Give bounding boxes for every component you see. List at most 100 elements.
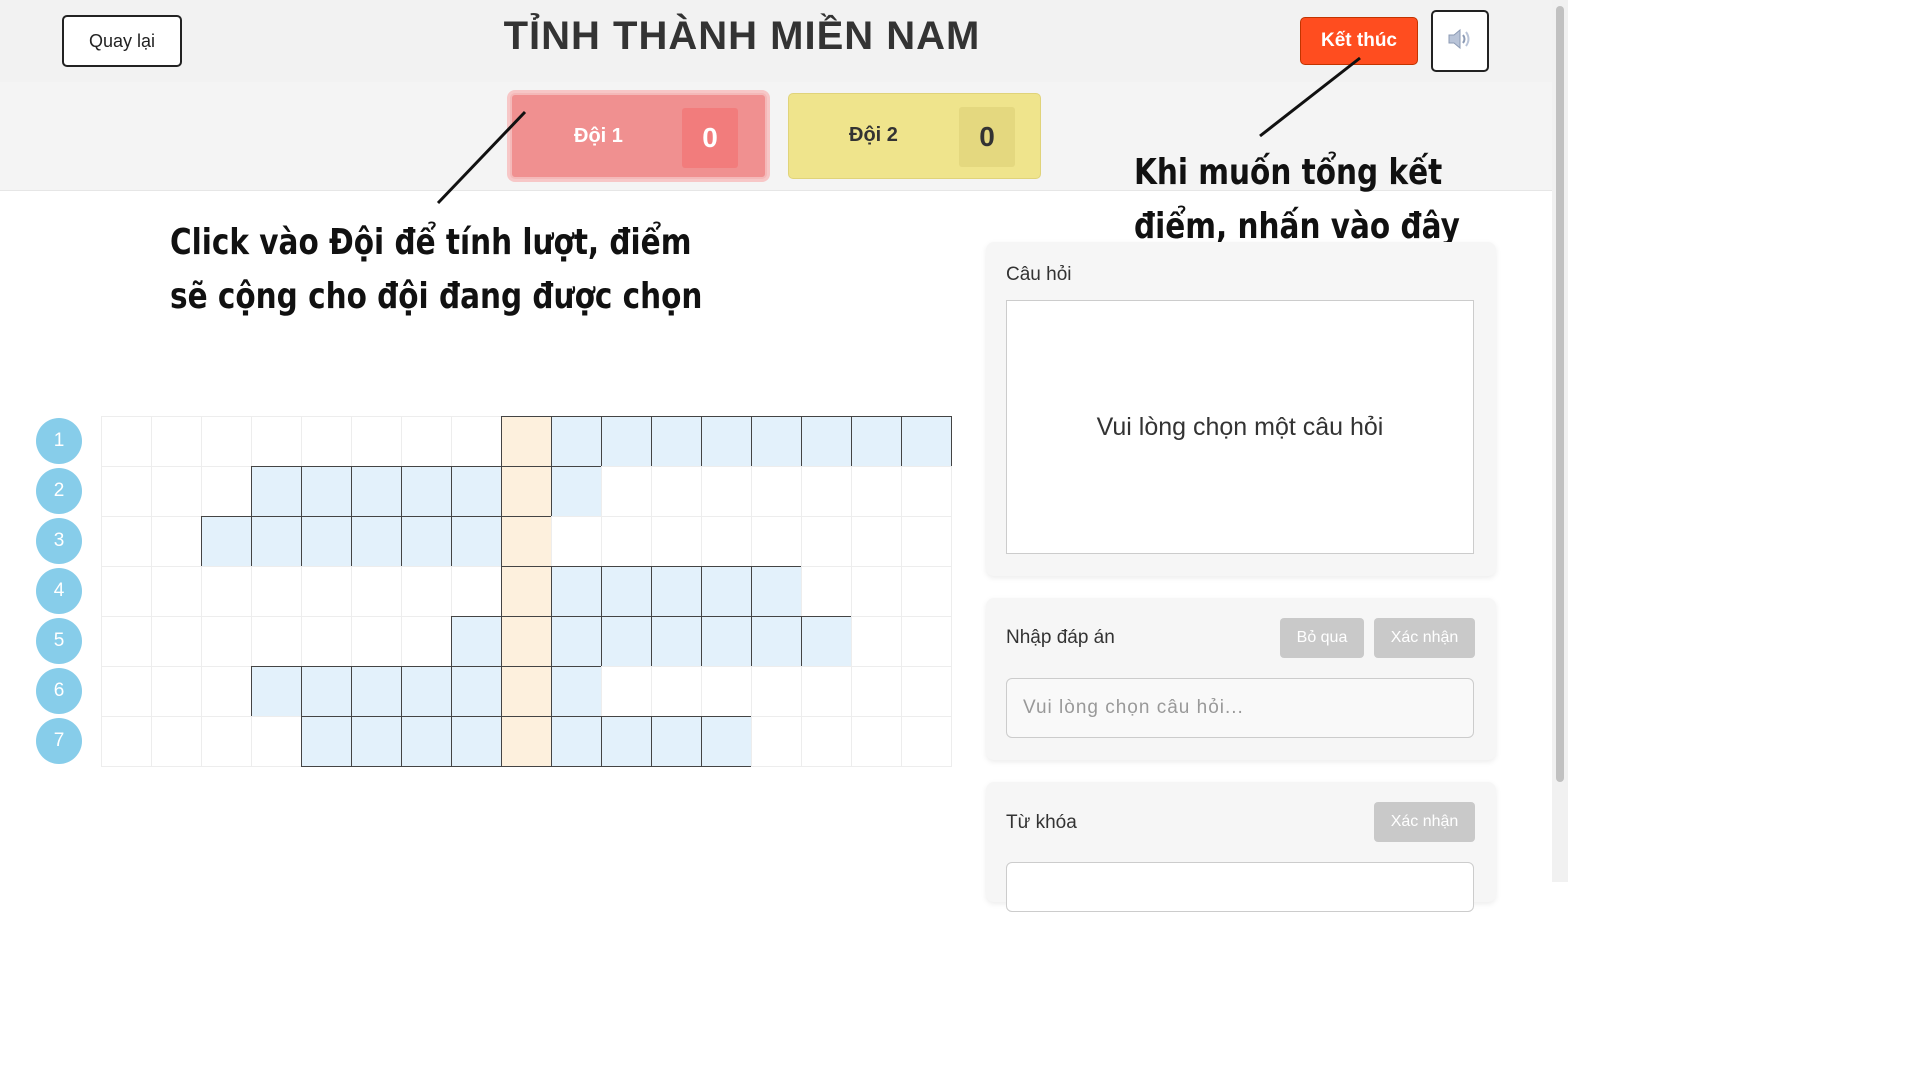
answer-cell[interactable]	[351, 466, 402, 517]
skip-button[interactable]: Bỏ qua	[1280, 618, 1364, 658]
answer-cell[interactable]	[751, 616, 802, 667]
row-number-3[interactable]: 3	[36, 518, 82, 564]
keyword-cell[interactable]	[501, 516, 552, 567]
empty-cell	[101, 516, 152, 567]
keyword-cell[interactable]	[501, 466, 552, 517]
empty-cell	[801, 466, 852, 517]
team-annotation-line	[436, 110, 527, 205]
empty-cell	[151, 716, 202, 767]
keyword-panel: Từ khóa Xác nhận	[986, 782, 1496, 912]
answer-cell[interactable]	[651, 416, 702, 467]
answer-cell[interactable]	[451, 466, 502, 517]
page-scrollbar[interactable]	[1552, 0, 1568, 882]
answer-cell[interactable]	[401, 466, 452, 517]
empty-cell	[201, 416, 252, 467]
answer-cell[interactable]	[351, 516, 402, 567]
empty-cell	[651, 666, 702, 717]
answer-confirm-button[interactable]: Xác nhận	[1374, 618, 1475, 658]
answer-cell[interactable]	[901, 416, 952, 467]
empty-cell	[351, 416, 402, 467]
keyword-cell[interactable]	[501, 716, 552, 767]
keyword-cell[interactable]	[501, 566, 552, 617]
empty-cell	[701, 466, 752, 517]
answer-cell[interactable]	[601, 616, 652, 667]
answer-cell[interactable]	[451, 616, 502, 667]
row-number-6[interactable]: 6	[36, 668, 82, 714]
answer-cell[interactable]	[551, 666, 602, 717]
answer-cell[interactable]	[351, 666, 402, 717]
answer-cell[interactable]	[301, 466, 352, 517]
answer-cell[interactable]	[551, 616, 602, 667]
answer-cell[interactable]	[651, 716, 702, 767]
team-annotation: Click vào Đội để tính lượt, điểm sẽ cộng…	[170, 216, 702, 324]
question-label: Câu hỏi	[1006, 264, 1072, 285]
empty-cell	[201, 566, 252, 617]
answer-cell[interactable]	[851, 416, 902, 467]
answer-cell[interactable]	[651, 616, 702, 667]
empty-cell	[251, 566, 302, 617]
empty-cell	[851, 566, 902, 617]
answer-cell[interactable]	[701, 616, 752, 667]
empty-cell	[751, 666, 802, 717]
answer-cell[interactable]	[751, 416, 802, 467]
keyword-cell[interactable]	[501, 616, 552, 667]
answer-cell[interactable]	[251, 516, 302, 567]
empty-cell	[751, 466, 802, 517]
answer-cell[interactable]	[251, 466, 302, 517]
team-annotation-line2: sẽ cộng cho đội đang được chọn	[170, 276, 703, 317]
answer-cell[interactable]	[451, 666, 502, 717]
empty-cell	[601, 516, 652, 567]
empty-cell	[701, 666, 752, 717]
keyword-label: Từ khóa	[1006, 812, 1077, 833]
answer-cell[interactable]	[451, 516, 502, 567]
answer-cell[interactable]	[201, 516, 252, 567]
keyword-cell[interactable]	[501, 666, 552, 717]
answer-cell[interactable]	[551, 416, 602, 467]
empty-cell	[651, 466, 702, 517]
empty-cell	[901, 466, 952, 517]
answer-cell[interactable]	[301, 666, 352, 717]
answer-cell[interactable]	[701, 566, 752, 617]
row-number-7[interactable]: 7	[36, 718, 82, 764]
answer-cell[interactable]	[401, 716, 452, 767]
answer-cell[interactable]	[601, 416, 652, 467]
empty-cell	[101, 616, 152, 667]
answer-cell[interactable]	[701, 716, 752, 767]
answer-cell[interactable]	[551, 466, 602, 517]
empty-cell	[251, 416, 302, 467]
answer-cell[interactable]	[601, 566, 652, 617]
answer-cell[interactable]	[401, 516, 452, 567]
answer-cell[interactable]	[751, 566, 802, 617]
scroll-thumb[interactable]	[1556, 6, 1564, 782]
answer-cell[interactable]	[301, 516, 352, 567]
keyword-input[interactable]	[1006, 862, 1474, 912]
answer-input[interactable]	[1006, 678, 1474, 738]
empty-cell	[101, 416, 152, 467]
row-number-5[interactable]: 5	[36, 618, 82, 664]
answer-cell[interactable]	[801, 416, 852, 467]
empty-cell	[201, 616, 252, 667]
question-panel: Câu hỏi Vui lòng chọn một câu hỏi	[986, 242, 1496, 576]
answer-cell[interactable]	[601, 716, 652, 767]
answer-cell[interactable]	[551, 716, 602, 767]
answer-cell[interactable]	[401, 666, 452, 717]
answer-cell[interactable]	[551, 566, 602, 617]
answer-cell[interactable]	[801, 616, 852, 667]
keyword-cell[interactable]	[501, 416, 552, 467]
empty-cell	[201, 716, 252, 767]
row-number-4[interactable]: 4	[36, 568, 82, 614]
answer-cell[interactable]	[351, 716, 402, 767]
empty-cell	[601, 666, 652, 717]
answer-cell[interactable]	[701, 416, 752, 467]
empty-cell	[601, 466, 652, 517]
empty-cell	[851, 616, 902, 667]
answer-cell[interactable]	[301, 716, 352, 767]
keyword-confirm-button[interactable]: Xác nhận	[1374, 802, 1475, 842]
row-number-2[interactable]: 2	[36, 468, 82, 514]
question-box: Vui lòng chọn một câu hỏi	[1006, 300, 1474, 554]
answer-cell[interactable]	[651, 566, 702, 617]
answer-cell[interactable]	[251, 666, 302, 717]
empty-cell	[151, 616, 202, 667]
row-number-1[interactable]: 1	[36, 418, 82, 464]
answer-cell[interactable]	[451, 716, 502, 767]
